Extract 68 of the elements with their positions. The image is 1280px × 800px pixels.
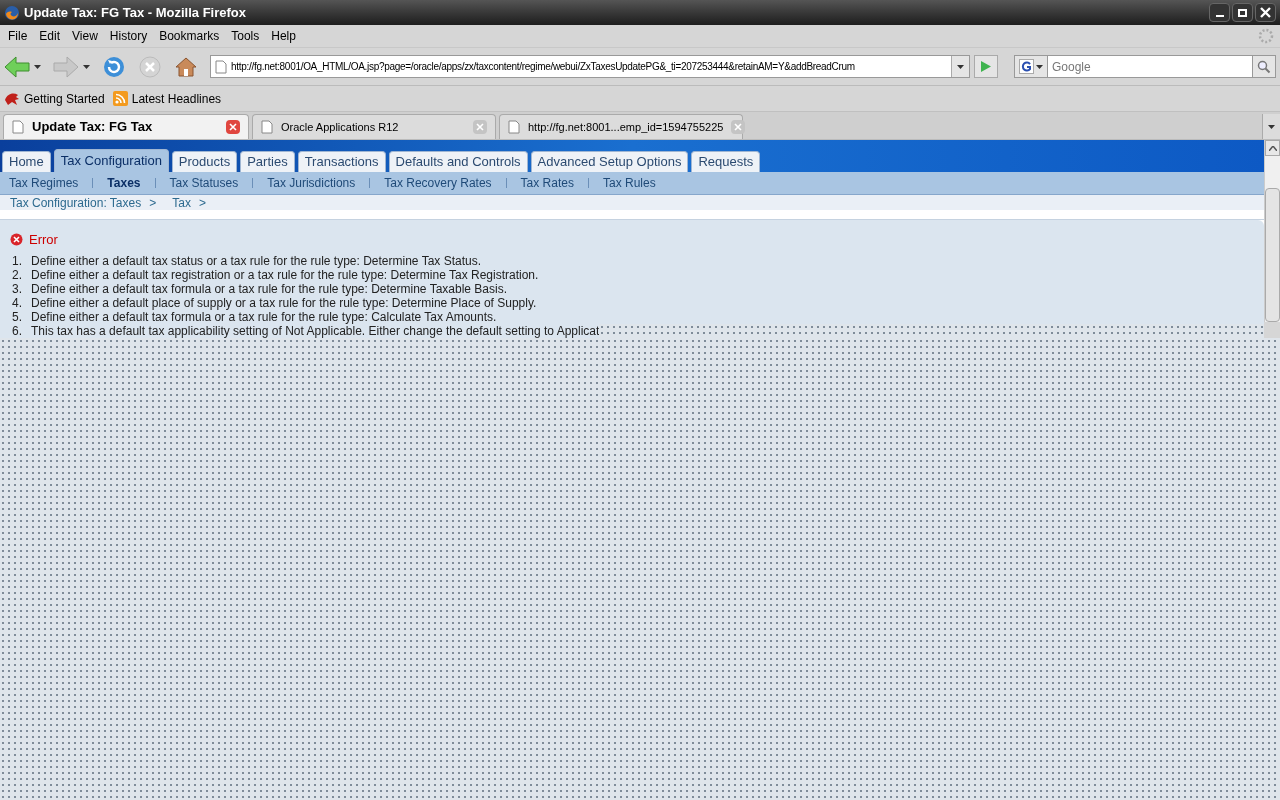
sub-tab[interactable]: Tax Recovery Rates bbox=[384, 174, 492, 192]
caret-icon[interactable] bbox=[957, 64, 964, 69]
error-message: Define either a default tax registration or a tax rule for the rule type: Determine Tax Registration. bbox=[31, 267, 539, 284]
error-title: Error bbox=[29, 231, 58, 249]
menu-item[interactable]: Bookmarks bbox=[153, 27, 226, 45]
breadcrumb-separator: > bbox=[149, 194, 157, 212]
menu-item[interactable]: View bbox=[66, 27, 104, 45]
error-message: Define either a default tax status or a tax rule for the rule type: Determine Tax Status. bbox=[31, 252, 481, 270]
page-icon bbox=[261, 120, 273, 134]
sub-tab[interactable]: Tax Regimes bbox=[9, 174, 79, 192]
page-icon bbox=[215, 59, 227, 74]
error-message: Define either a default tax formula or a tax rule for the rule type: Determine Taxable Basis. bbox=[31, 281, 508, 298]
error-message: Define either a default place of supply or a tax rule for the rule type: Determine Place of Supply. bbox=[31, 295, 537, 312]
bookmark-link[interactable]: Latest Headlines bbox=[131, 89, 222, 108]
browser-logo-icon bbox=[4, 4, 20, 21]
caret-icon[interactable] bbox=[83, 64, 90, 69]
breadcrumb-link[interactable]: Tax bbox=[172, 193, 191, 212]
window-title: Update Tax: FG Tax - Mozilla Firefox bbox=[24, 3, 246, 22]
menu-item[interactable]: Edit bbox=[33, 27, 67, 45]
sub-tab[interactable]: Tax Rates bbox=[520, 174, 574, 192]
app-tab[interactable]: Tax Configuration bbox=[53, 149, 169, 172]
error-message: Define either a default tax formula or a tax rule for the rule type: Calculate Tax Amounts. bbox=[31, 309, 497, 326]
tab-close-button[interactable] bbox=[226, 120, 240, 134]
browser-tab[interactable]: http://fg.net:8001...emp_id=1594755225 bbox=[499, 114, 743, 139]
error-icon bbox=[10, 233, 23, 247]
app-tab[interactable]: Home bbox=[2, 151, 51, 172]
reload-icon[interactable] bbox=[102, 54, 126, 79]
page-icon bbox=[12, 120, 24, 134]
restore-button[interactable] bbox=[1232, 3, 1253, 22]
search-input[interactable]: Google bbox=[1048, 55, 1252, 78]
app-tab[interactable]: Advanced Setup Options bbox=[530, 151, 689, 172]
app-tab[interactable]: Transactions bbox=[297, 151, 386, 172]
app-tab[interactable]: Parties bbox=[240, 151, 295, 172]
caret-icon[interactable] bbox=[34, 64, 41, 69]
url-field[interactable]: http://fg.net:8001/OA_HTML/OA.jsp?page=/oracle/apps/zx/taxcontent/regime/webui/ZxTaxesUpdatePG&_ti=207253444&retainAM=Y&addBreadCrum bbox=[210, 55, 970, 78]
sub-tab[interactable]: Tax Statuses bbox=[169, 174, 239, 192]
minimize-button[interactable] bbox=[1209, 3, 1230, 22]
throbber-icon bbox=[1258, 28, 1274, 44]
menu-item[interactable]: Help bbox=[265, 27, 302, 45]
app-tab[interactable]: Defaults and Controls bbox=[388, 151, 528, 172]
error-message: This tax has a default tax applicability setting of Not Applicable. Either change the default setting to Applicat bbox=[31, 323, 600, 340]
app-tab[interactable]: Products bbox=[171, 151, 238, 172]
close-icon bbox=[1260, 7, 1271, 18]
sub-tab[interactable]: Tax Rules bbox=[602, 174, 656, 192]
page-icon bbox=[508, 120, 520, 134]
rss-feed-icon bbox=[112, 91, 128, 106]
bookmark-link[interactable]: Getting Started bbox=[24, 89, 105, 108]
app-tab[interactable]: Requests bbox=[691, 151, 761, 172]
sub-tab[interactable]: Taxes bbox=[107, 174, 141, 192]
chevron-up-icon bbox=[1268, 145, 1277, 151]
close-button[interactable] bbox=[1255, 3, 1276, 22]
go-arrow-icon bbox=[980, 60, 992, 73]
browser-tab[interactable]: Update Tax: FG Tax bbox=[3, 114, 249, 139]
search-icon[interactable] bbox=[1257, 59, 1271, 74]
menu-item[interactable]: File bbox=[2, 27, 34, 45]
caret-icon[interactable] bbox=[1268, 124, 1275, 129]
scrollbar[interactable] bbox=[1264, 140, 1280, 322]
dragon-icon bbox=[4, 91, 20, 106]
tab-list-button[interactable] bbox=[1262, 114, 1280, 139]
breadcrumb-link[interactable]: Tax Configuration: Taxes bbox=[10, 193, 142, 212]
menu-item[interactable]: History bbox=[103, 27, 154, 45]
browser-tab[interactable]: Oracle Applications R12 bbox=[252, 114, 496, 139]
caret-icon[interactable] bbox=[1036, 64, 1043, 69]
scroll-up-button[interactable] bbox=[1265, 140, 1280, 156]
menu-item[interactable]: Tools bbox=[225, 27, 266, 45]
search-engine-icon[interactable] bbox=[1019, 59, 1034, 74]
sub-tab[interactable]: Tax Jurisdictions bbox=[267, 174, 356, 192]
breadcrumb-separator: > bbox=[198, 194, 206, 212]
